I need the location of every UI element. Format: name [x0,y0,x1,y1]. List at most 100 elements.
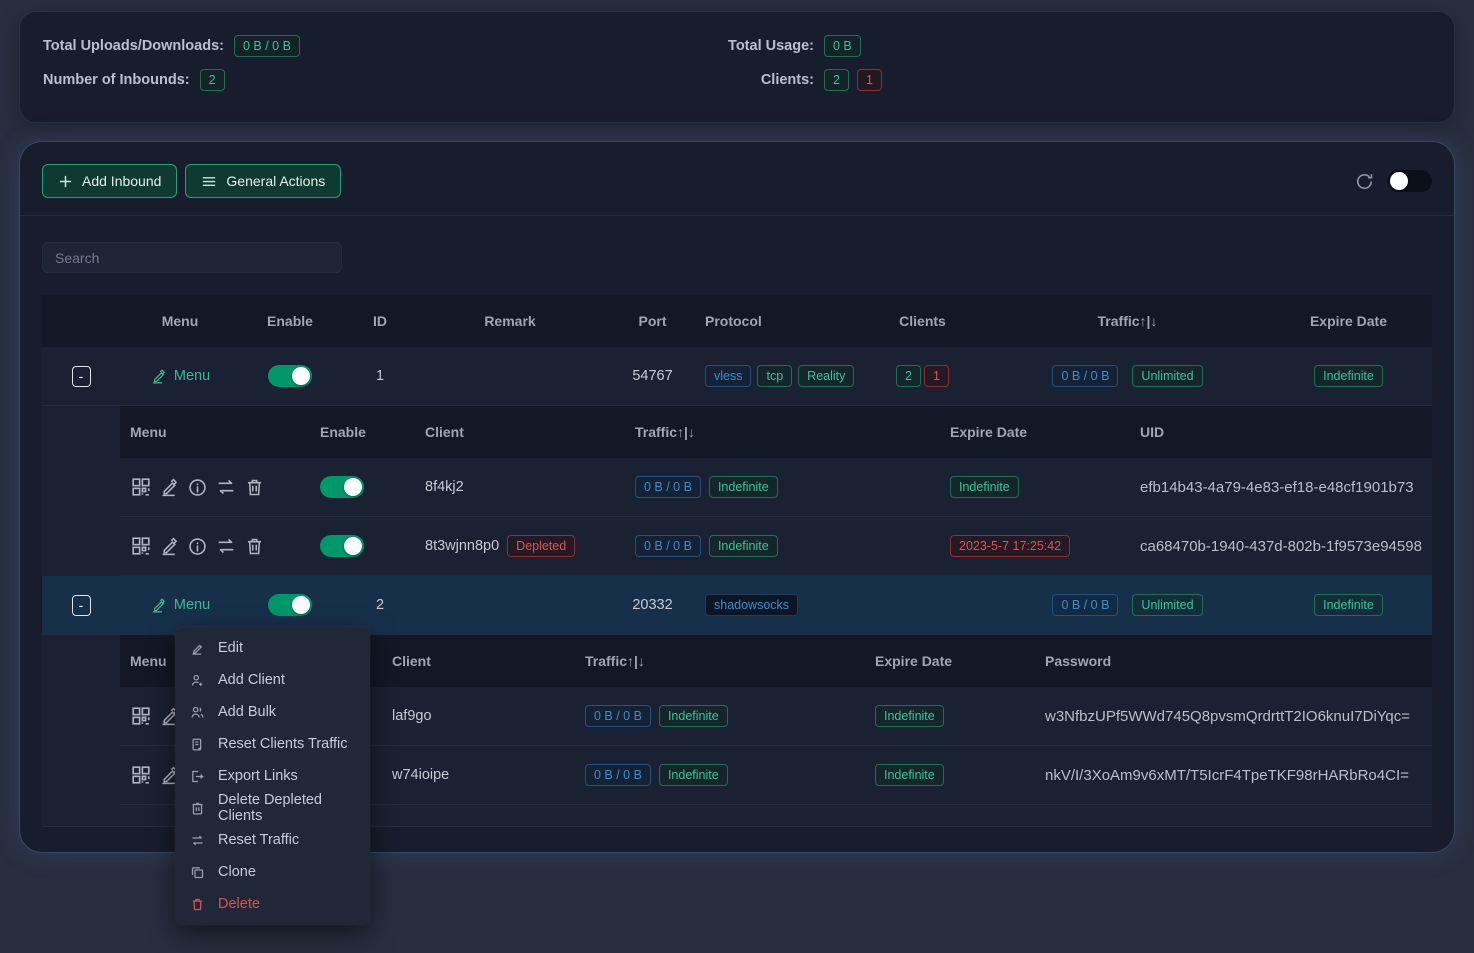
header-clients: Clients [855,313,990,329]
menu-item-reset-clients-traffic[interactable]: Reset Clients Traffic [175,728,370,760]
client-traffic: 0 B / 0 B Indefinite [575,764,865,786]
clients-active-badge: 2 [896,365,921,387]
stat-clients-label: Clients: [706,72,814,88]
protocol-tag: shadowsocks [705,594,798,616]
menu-item-label: Export Links [218,768,298,784]
stat-clients-active: 2 [824,69,849,91]
menu-item-delete[interactable]: Delete [175,888,370,920]
header-client: Client [415,424,625,440]
inbound-enable-toggle[interactable] [268,594,312,616]
header-protocol: Protocol [705,313,855,329]
depleted-badge: Depleted [507,535,575,557]
header-password: Password [1035,653,1432,669]
menu-item-label: Add Bulk [218,704,276,720]
protocol-tag: Reality [798,365,854,387]
edit-pencil-icon [190,641,205,656]
header-expire-date: Expire Date [865,653,1035,669]
client-table-1: Menu Enable Client Traffic↑|↓ Expire Dat… [42,406,1432,576]
client-password: nkV/I/3XoAm9v6xMT/T5IcrF4TpeTKF98rHARbRo… [1035,767,1432,784]
export-icon [190,769,205,784]
qr-code-icon[interactable] [130,705,152,727]
client-enable-toggle[interactable] [320,535,364,557]
reset-traffic-icon[interactable] [215,476,237,498]
add-inbound-button[interactable]: Add Inbound [42,164,177,198]
reset-traffic-icon[interactable] [215,535,237,557]
traffic-badge: 0 B / 0 B [635,535,701,557]
header-remark: Remark [420,313,600,329]
stat-inbounds-label: Number of Inbounds: [43,72,190,88]
traffic-limit-badge: Indefinite [659,764,728,786]
general-actions-label: General Actions [226,173,325,189]
stat-usage-label: Total Usage: [706,38,814,54]
inbound-row-1: - Menu 1 54767 vless tcp Reality 2 1 [42,347,1432,406]
qr-code-icon[interactable] [130,476,152,498]
menu-item-reset-traffic[interactable]: Reset Traffic [175,824,370,856]
add-inbound-label: Add Inbound [82,173,161,189]
menu-item-label: Add Client [218,672,285,688]
client-actions [120,476,310,498]
client-name: laf9go [382,708,575,724]
traffic-badge: 0 B / 0 B [1052,594,1118,616]
expire-badge: Indefinite [1314,365,1383,387]
collapse-row-button[interactable]: - [72,595,91,616]
trash-icon[interactable] [244,477,265,498]
trash-bin-icon [190,801,205,816]
header-traffic[interactable]: Traffic↑|↓ [575,653,865,669]
edit-pencil-icon[interactable] [159,477,180,498]
menu-item-label: Delete [218,896,260,912]
qr-code-icon[interactable] [130,535,152,557]
reset-traffic-icon [190,833,205,848]
inbound-menu-label: Menu [174,368,210,384]
menu-item-edit[interactable]: Edit [175,632,370,664]
inbound-menu-link[interactable]: Menu [150,368,210,385]
stat-inbounds-value: 2 [200,69,225,91]
menu-lines-icon [201,174,217,189]
add-bulk-icon [190,705,205,720]
menu-item-add-bulk[interactable]: Add Bulk [175,696,370,728]
inbound-traffic: 0 B / 0 B Unlimited [990,594,1265,616]
traffic-limit-badge: Unlimited [1132,594,1202,616]
menu-item-add-client[interactable]: Add Client [175,664,370,696]
menu-item-label: Delete Depleted Clients [218,792,355,824]
inbound-traffic: 0 B / 0 B Unlimited [990,365,1265,387]
protocol-tag: tcp [757,365,792,387]
table-header-row: Menu Enable ID Remark Port Protocol Clie… [42,295,1432,347]
inbound-menu-link[interactable]: Menu [150,597,210,614]
client-row-8t3wjnn8p0: 8t3wjnn8p0 Depleted 0 B / 0 B Indefinite… [120,517,1432,576]
search-input[interactable] [42,242,342,273]
inbound-port: 54767 [600,368,705,384]
client-table-1-header: Menu Enable Client Traffic↑|↓ Expire Dat… [120,406,1432,458]
header-enable: Enable [240,313,340,329]
menu-item-delete-depleted-clients[interactable]: Delete Depleted Clients [175,792,370,824]
qr-code-icon[interactable] [130,764,152,786]
header-traffic[interactable]: Traffic↑|↓ [990,313,1265,329]
general-actions-button[interactable]: General Actions [185,164,341,198]
inbound-clients-badges: 2 1 [855,365,990,387]
stats-right-column: Total Usage: 0 B Clients: 2 1 [706,30,882,98]
client-name: w74ioipe [382,767,575,783]
header-menu: Menu [120,313,240,329]
traffic-limit-badge: Indefinite [709,476,778,498]
info-icon[interactable] [187,477,208,498]
inbound-port: 20332 [600,597,705,613]
client-traffic: 0 B / 0 B Indefinite [625,535,940,557]
traffic-badge: 0 B / 0 B [585,705,651,727]
client-enable-toggle[interactable] [320,476,364,498]
menu-item-clone[interactable]: Clone [175,856,370,888]
header-traffic[interactable]: Traffic↑|↓ [625,424,940,440]
trash-icon[interactable] [244,536,265,557]
edit-pencil-icon[interactable] [159,536,180,557]
client-traffic: 0 B / 0 B Indefinite [575,705,865,727]
clone-icon [190,865,205,880]
stat-uploads-value: 0 B / 0 B [234,35,300,57]
header-id: ID [340,313,420,329]
menu-item-export-links[interactable]: Export Links [175,760,370,792]
refresh-icon[interactable] [1355,172,1374,191]
dark-mode-toggle[interactable] [1388,170,1432,192]
expire-badge: Indefinite [950,476,1019,498]
toolbar-right [1355,170,1432,192]
info-icon[interactable] [187,536,208,557]
stat-uploads-label: Total Uploads/Downloads: [43,38,224,54]
inbound-enable-toggle[interactable] [268,365,312,387]
collapse-row-button[interactable]: - [72,366,91,387]
